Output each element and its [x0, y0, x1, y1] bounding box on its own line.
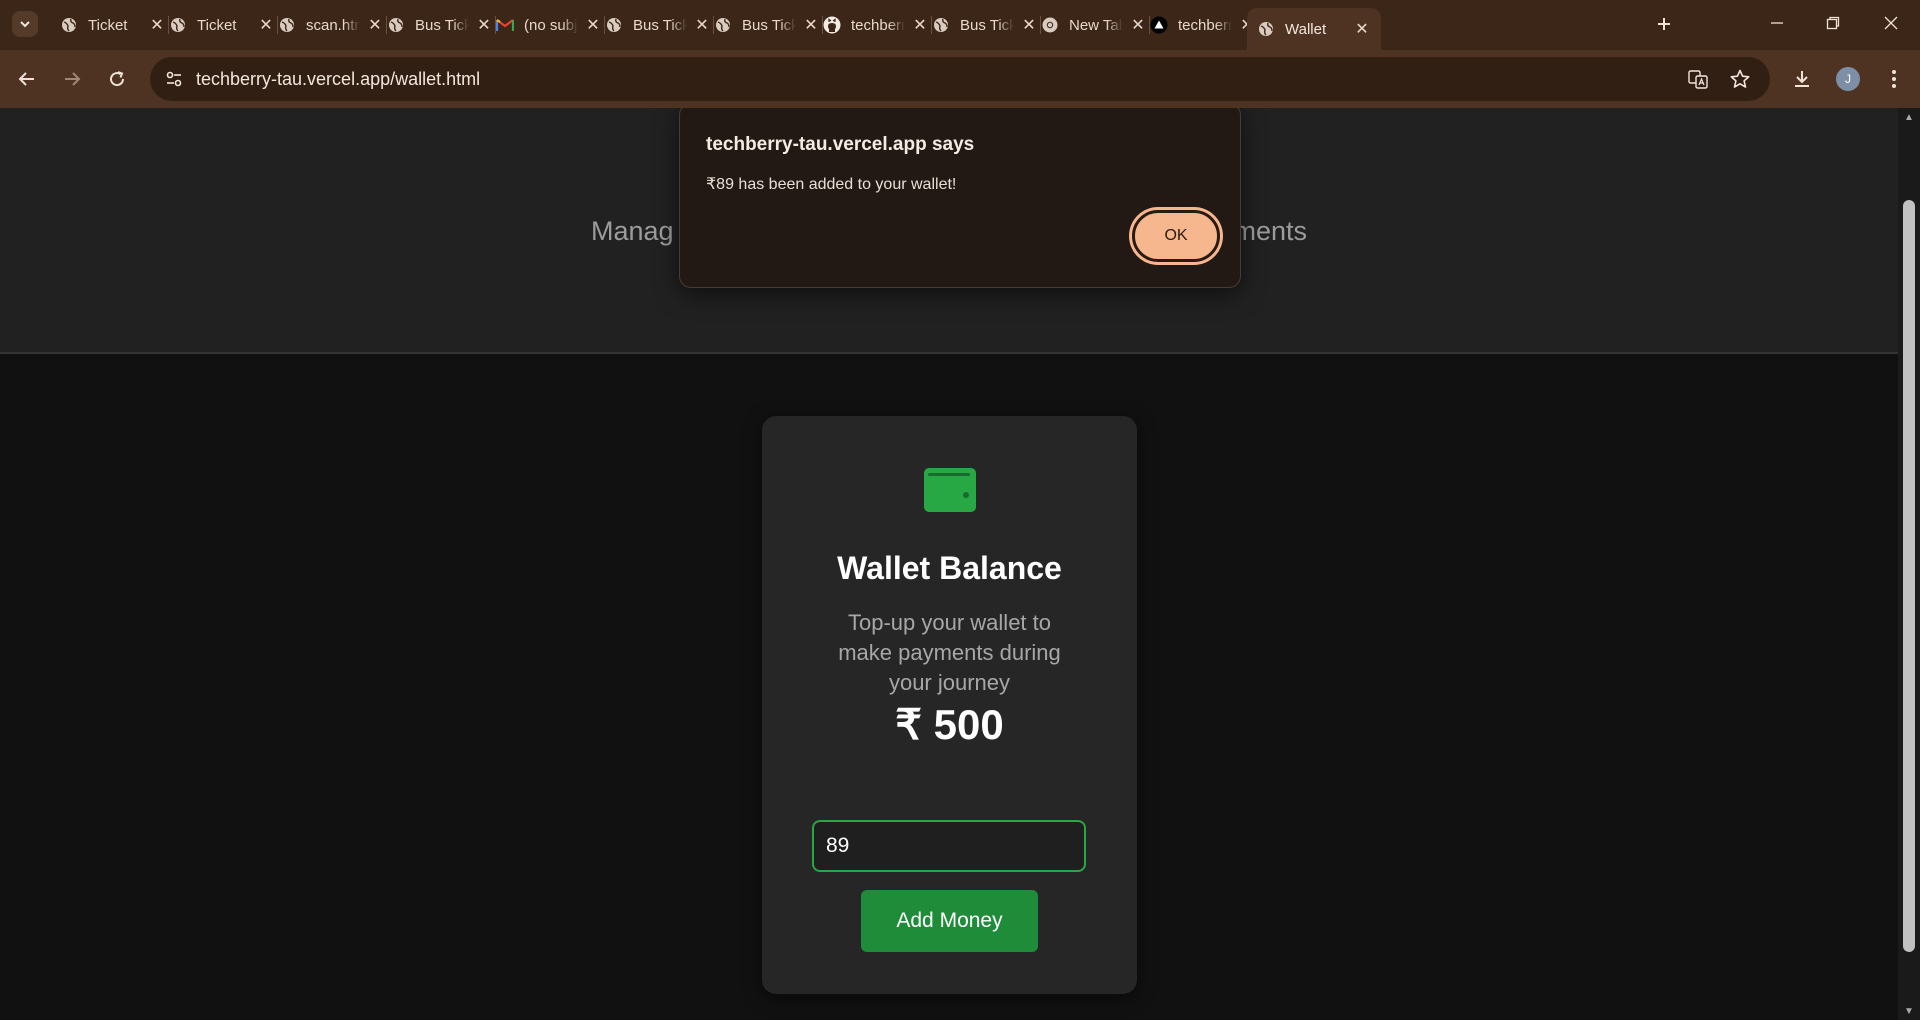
more-vertical-icon [1892, 70, 1896, 88]
minimize-icon [1771, 22, 1783, 24]
close-icon [1884, 16, 1898, 30]
scroll-up-arrow-icon[interactable]: ▲ [1903, 112, 1915, 123]
globe-icon [60, 16, 78, 34]
forward-button[interactable] [57, 64, 87, 94]
tab-title: Bus Ticket [960, 16, 1014, 34]
minimize-button[interactable] [1754, 8, 1800, 38]
reload-icon [110, 71, 125, 87]
tab-title: Bus Ticket [742, 16, 796, 34]
tab-bar: Ticket✕Ticket✕scan.html✕Bus Ticket✕(no s… [0, 0, 1920, 50]
tab-title: New Tab [1069, 16, 1123, 34]
back-button[interactable] [12, 64, 42, 94]
profile-avatar[interactable]: J [1836, 67, 1860, 91]
globe-icon [714, 16, 732, 34]
wallet-balance: ₹ 500 [895, 701, 1004, 748]
browser-tab[interactable]: scan.html✕ [268, 8, 394, 42]
chevron-down-icon [20, 21, 30, 28]
wallet-description: Top-up your wallet to make payments duri… [838, 610, 1061, 695]
hero-subtitle-right: ments [1233, 216, 1308, 246]
globe-icon [278, 16, 296, 34]
url-text[interactable]: techberry-tau.vercel.app/wallet.html [196, 69, 480, 90]
alert-dialog: techberry-tau.vercel.app says ₹89 has be… [679, 108, 1241, 288]
dialog-title: techberry-tau.vercel.app says [706, 134, 975, 155]
tune-icon [166, 71, 182, 87]
hero-subtitle-left: Manag [590, 216, 674, 246]
scroll-thumb[interactable] [1903, 200, 1915, 952]
tab-search-button[interactable] [12, 11, 38, 37]
downloads-button[interactable] [1787, 64, 1817, 94]
browser-tab[interactable]: Bus Ticket✕ [377, 8, 503, 42]
browser-tab[interactable]: Bus Ticket✕ [704, 8, 830, 42]
tab-title: (no subject) [524, 16, 578, 34]
translate-button[interactable] [1684, 65, 1712, 93]
tab-title: Bus Ticket [633, 16, 687, 34]
github-icon [823, 16, 841, 34]
menu-button[interactable] [1879, 64, 1909, 94]
star-icon [1730, 69, 1750, 88]
plus-icon [1658, 18, 1670, 30]
tab-title: scan.html [306, 16, 360, 34]
tab-title: Bus Ticket [415, 16, 469, 34]
chrome-icon [1041, 16, 1059, 34]
restore-button[interactable] [1810, 8, 1856, 38]
translate-icon [1688, 70, 1708, 89]
tab-title: techberry [1178, 16, 1232, 34]
page-scrollbar[interactable]: ▲ ▼ [1898, 108, 1920, 1020]
reload-button[interactable] [102, 64, 132, 94]
scroll-down-arrow-icon[interactable]: ▼ [1903, 1006, 1915, 1017]
tab-title: Wallet [1285, 20, 1327, 38]
download-icon [1795, 71, 1809, 87]
vercel-icon [1150, 16, 1168, 34]
browser-toolbar: techberry-tau.vercel.app/wallet.html J [0, 50, 1920, 108]
amount-input[interactable] [812, 820, 1086, 872]
globe-icon [932, 16, 950, 34]
address-bar[interactable]: techberry-tau.vercel.app/wallet.html [150, 57, 1770, 101]
globe-icon [387, 16, 405, 34]
tab-title: techberry [851, 16, 905, 34]
profile-initial: J [1845, 72, 1851, 86]
globe-icon [169, 16, 187, 34]
globe-icon [605, 16, 623, 34]
browser-tab[interactable]: Ticket ✕ [50, 8, 176, 42]
ok-button[interactable]: OK [1132, 210, 1220, 262]
browser-tab[interactable]: Wallet ✕ [1247, 8, 1381, 50]
tab-close-icon[interactable]: ✕ [1353, 19, 1371, 39]
site-info-button[interactable] [158, 63, 190, 95]
dialog-message: ₹89 has been added to your wallet! [706, 176, 957, 193]
browser-tab[interactable]: Bus Ticket✕ [922, 8, 1048, 42]
globe-icon [1257, 20, 1275, 38]
wallet-icon [924, 468, 976, 512]
page-content: Manag ments Wallet Balance Top-up your wa… [0, 108, 1898, 1020]
restore-icon [1826, 16, 1840, 30]
add-money-button[interactable]: Add Money [861, 890, 1038, 952]
arrow-left-icon [18, 72, 34, 86]
wallet-card: Wallet Balance Top-up your wallet to mak… [762, 416, 1137, 994]
browser-tab[interactable]: Ticket ✕ [159, 8, 285, 42]
tab-title: Ticket [197, 16, 237, 34]
gmail-icon [496, 16, 514, 34]
arrow-right-icon [65, 72, 81, 86]
browser-tab[interactable]: New Tab ✕ [1031, 8, 1157, 42]
browser-tab[interactable]: techberry✕ [813, 8, 939, 42]
browser-tab[interactable]: (no subject)✕ [486, 8, 612, 42]
bookmark-button[interactable] [1726, 65, 1754, 93]
close-window-button[interactable] [1868, 8, 1914, 38]
new-tab-button[interactable] [1650, 10, 1678, 38]
browser-tab[interactable]: Bus Ticket✕ [595, 8, 721, 42]
tab-title: Ticket [88, 16, 128, 34]
wallet-title: Wallet Balance [837, 550, 1062, 586]
